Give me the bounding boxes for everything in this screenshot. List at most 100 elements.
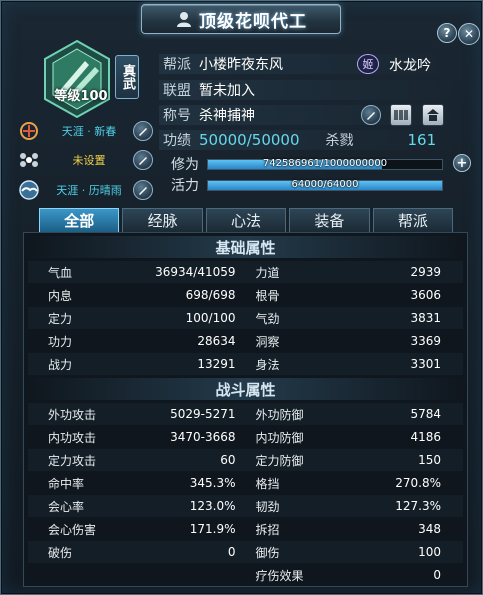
stat-value: 348 (418, 522, 441, 536)
title-slot-2: 未设置 (17, 148, 153, 172)
stat-pair: 气血 36934/41059 (28, 264, 246, 281)
school-emblem-icon (44, 39, 110, 119)
pen-icon (139, 128, 147, 136)
vitality-bar-row: 活力 64000/64000 (171, 177, 451, 194)
stat-pair: 御伤 100 (246, 544, 464, 561)
stat-tabs: 全部 经脉 心法 装备 帮派 (39, 208, 454, 232)
close-button[interactable]: ✕ (458, 23, 480, 45)
tab-meridians[interactable]: 经脉 (122, 208, 203, 232)
stat-value: 3470-3668 (170, 430, 236, 444)
merit-row: 功绩 50000/50000 杀戮 161 (159, 130, 451, 150)
edit-title-button[interactable] (361, 105, 381, 125)
stat-label: 身法 (255, 357, 280, 372)
stat-pair: 根骨 3606 (246, 287, 464, 304)
stat-label: 拆招 (255, 522, 280, 537)
stat-pair: 定力防御 150 (246, 452, 464, 469)
stat-label: 内功攻击 (48, 430, 97, 445)
stat-value: 100/100 (185, 311, 236, 325)
stat-label: 功力 (48, 334, 73, 349)
stat-pair: 定力 100/100 (28, 310, 246, 327)
stat-row: 外功攻击 5029-5271 外功防御 5784 (28, 403, 463, 425)
edit-title-1-button[interactable] (133, 121, 153, 141)
stat-pair: 韧劲 127.3% (246, 498, 464, 515)
stat-value: 3301 (410, 357, 441, 371)
cultivation-label: 修为 (171, 157, 199, 173)
stat-label: 破伤 (48, 545, 73, 560)
title-label: 称号 (163, 108, 191, 124)
stat-label: 命中率 (48, 476, 85, 491)
stat-value: 13291 (197, 357, 236, 371)
help-button[interactable]: ? (437, 23, 457, 43)
stat-row: 定力 100/100 气劲 3831 (28, 307, 463, 329)
blossom-badge-icon (20, 153, 38, 167)
stat-label: 会心伤害 (48, 522, 97, 537)
stat-label: 内息 (48, 288, 73, 303)
stat-value: 4186 (410, 430, 441, 444)
stat-label: 格挡 (255, 476, 280, 491)
stat-row: 命中率 345.3% 格挡 270.8% (28, 472, 463, 494)
stat-value: 127.3% (395, 499, 441, 513)
stat-label: 外功攻击 (48, 407, 97, 422)
guild-value: 小楼昨夜东风 (199, 57, 283, 73)
title-text-2: 未设置 (72, 154, 106, 167)
tab-skills[interactable]: 心法 (205, 208, 287, 232)
stat-pair: 会心伤害 171.9% (28, 521, 246, 538)
alliance-value: 暂未加入 (199, 83, 255, 99)
kills-value: 161 (407, 131, 437, 149)
stat-row: 内息 698/698 根骨 3606 (28, 284, 463, 306)
cultivation-bar-row: 修为 742586961/1000000000 (171, 156, 451, 173)
stat-pair: 会心率 123.0% (28, 498, 246, 515)
stat-label: 气血 (48, 265, 73, 280)
tab-equipment[interactable]: 装备 (289, 208, 370, 232)
edit-title-2-button[interactable] (133, 150, 153, 170)
vitality-label: 活力 (171, 178, 199, 194)
pen-icon (139, 157, 147, 165)
stat-value: 0 (227, 545, 236, 559)
alliance-label: 联盟 (163, 83, 191, 99)
stat-value: 2939 (410, 265, 441, 279)
stat-row: 破伤 0 御伤 100 (28, 541, 463, 563)
guild-label: 帮派 (163, 57, 191, 73)
kills-label: 杀戮 (325, 133, 354, 149)
title-slot-1: 天涯 · 新春 (17, 119, 153, 143)
stat-value: 171.9% (189, 522, 236, 536)
tab-guild[interactable]: 帮派 (372, 208, 454, 232)
stat-value: 3606 (410, 288, 441, 302)
stat-row: 战力 13291 身法 3301 (28, 353, 463, 375)
stat-value: 698/698 (185, 288, 236, 302)
pen-icon (367, 112, 375, 120)
stat-value: 100 (418, 545, 441, 559)
stat-label: 定力防御 (255, 453, 304, 468)
barcode-icon[interactable] (390, 104, 412, 126)
stat-pair: 外功攻击 5029-5271 (28, 406, 246, 423)
spouse-badge[interactable]: 姬 (357, 54, 379, 74)
stat-label: 韧劲 (255, 499, 280, 514)
tab-all[interactable]: 全部 (39, 208, 120, 232)
stat-pair: 内功防御 4186 (246, 429, 464, 446)
stat-pair: 格挡 270.8% (246, 475, 464, 492)
stat-pair: 内功攻击 3470-3668 (28, 429, 246, 446)
stat-label: 定力 (48, 311, 73, 326)
stat-row: 内功攻击 3470-3668 内功防御 4186 (28, 426, 463, 448)
stat-pair: 外功防御 5784 (246, 406, 464, 423)
edit-title-3-button[interactable] (133, 180, 153, 200)
title-value: 杀神捕神 (199, 108, 255, 124)
knot-badge-icon (20, 122, 38, 140)
stat-row: 功力 28634 洞察 3369 (28, 330, 463, 352)
cultivation-text: 742586961/1000000000 (262, 157, 388, 169)
stat-value: 345.3% (189, 476, 236, 490)
add-cultivation-button[interactable]: + (453, 154, 471, 172)
stat-label: 外功防御 (255, 407, 304, 422)
cultivation-bar: 742586961/1000000000 (207, 157, 443, 170)
stat-value: 3831 (410, 311, 441, 325)
pagoda-icon[interactable] (422, 104, 444, 126)
stats-panel: 基础属性 气血 36934/41059 力道 2939 内息 698/698 根骨 3606 定… (23, 232, 468, 587)
stat-value: 123.0% (189, 499, 236, 513)
school-badge: 真武 (115, 55, 139, 99)
stat-label: 气劲 (255, 311, 280, 326)
stat-label: 内功防御 (255, 430, 304, 445)
stat-row: 气血 36934/41059 力道 2939 (28, 261, 463, 283)
window-title: 顶级花呗代工 (199, 11, 307, 32)
stat-row: 疗伤效果 0 (28, 564, 463, 586)
stat-label: 会心率 (48, 499, 85, 514)
